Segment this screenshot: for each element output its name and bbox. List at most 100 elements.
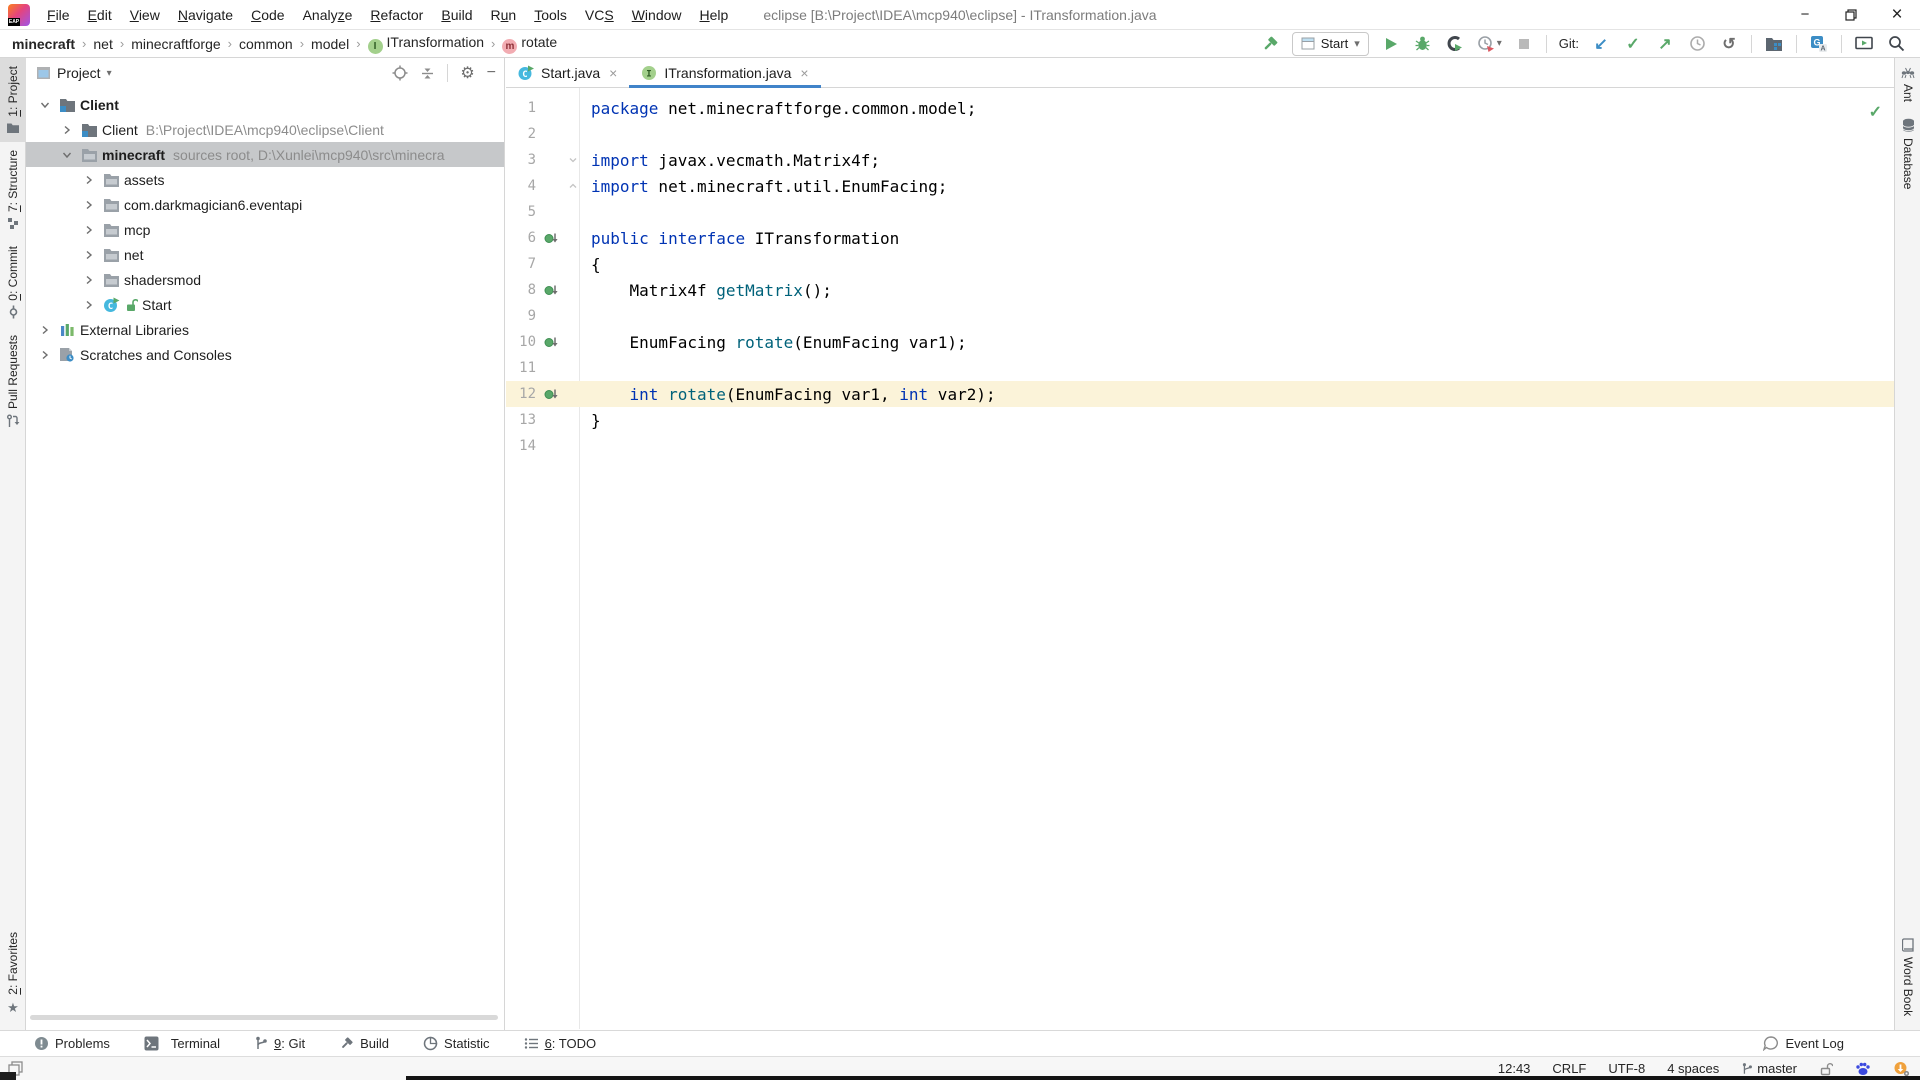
collapse-all-icon[interactable]	[420, 66, 435, 81]
search-everywhere-button[interactable]	[1886, 32, 1906, 56]
close-button[interactable]: ×	[1874, 0, 1920, 29]
minimize-button[interactable]: −	[1782, 0, 1828, 29]
chevron-right-icon[interactable]	[78, 199, 100, 211]
menu-run[interactable]: Run	[482, 0, 526, 30]
toolwindow-button-todo[interactable]: 6: TODO	[524, 1036, 597, 1051]
fold-marker-icon[interactable]	[567, 155, 579, 165]
inspections-ok-icon[interactable]: ✓	[1869, 102, 1882, 122]
translate-button[interactable]: GA	[1809, 32, 1829, 56]
implemented-marker-icon[interactable]	[536, 336, 567, 349]
fold-marker-icon[interactable]	[567, 181, 579, 191]
menu-view[interactable]: View	[121, 0, 169, 30]
toolwindow-button-statistic[interactable]: Statistic	[423, 1036, 490, 1051]
code-line-10[interactable]: 10 EnumFacing rotate(EnumFacing var1);	[506, 329, 1894, 355]
readonly-toggle[interactable]	[1819, 1062, 1833, 1076]
code-line-14[interactable]: 14	[506, 433, 1894, 459]
implemented-marker-icon[interactable]	[536, 388, 567, 401]
toolwindow-button-ant[interactable]: Ant	[1895, 58, 1920, 110]
run-button[interactable]	[1381, 32, 1401, 56]
code-line-9[interactable]: 9	[506, 303, 1894, 329]
toolwindow-button-build[interactable]: Build	[339, 1036, 389, 1051]
tree-row-minecraft[interactable]: minecraftsources root, D:\Xunlei\mcp940\…	[26, 142, 504, 167]
toolwindow-button-project[interactable]: 1: Project	[0, 58, 26, 142]
tree-row-start[interactable]: CStart	[26, 292, 504, 317]
encoding-widget[interactable]: UTF-8	[1608, 1061, 1645, 1076]
chevron-right-icon[interactable]	[56, 124, 78, 136]
implemented-marker-icon[interactable]	[536, 284, 567, 297]
breadcrumb-item-rotate[interactable]: mrotate	[502, 34, 557, 54]
chevron-down-icon[interactable]	[56, 149, 78, 161]
tree-row-client[interactable]: ClientB:\Project\IDEA\mcp940\eclipse\Cli…	[26, 117, 504, 142]
breadcrumb-item-common[interactable]: common	[239, 36, 293, 52]
project-structure-button[interactable]	[1764, 32, 1784, 56]
chevron-right-icon[interactable]	[78, 274, 100, 286]
chevron-down-icon[interactable]: ▾	[107, 68, 112, 79]
stop-button[interactable]	[1514, 32, 1534, 56]
hide-panel-icon[interactable]: −	[487, 64, 496, 82]
horizontal-scrollbar[interactable]	[30, 1015, 498, 1020]
toolwindow-button-problems[interactable]: Problems	[34, 1036, 110, 1051]
toolwindow-button-database[interactable]: Database	[1895, 110, 1920, 197]
breadcrumb-item-net[interactable]: net	[93, 36, 112, 52]
code-line-2[interactable]: 2	[506, 121, 1894, 147]
tree-row-net[interactable]: net	[26, 242, 504, 267]
menu-file[interactable]: File	[38, 0, 79, 30]
baidu-translate-widget[interactable]	[1855, 1061, 1871, 1076]
code-line-3[interactable]: 3import javax.vecmath.Matrix4f;	[506, 147, 1894, 173]
profiler-button[interactable]: ▾	[1477, 32, 1502, 56]
git-branch-widget[interactable]: master	[1741, 1061, 1797, 1076]
code-line-6[interactable]: 6public interface ITransformation	[506, 225, 1894, 251]
code-line-5[interactable]: 5	[506, 199, 1894, 225]
locate-icon[interactable]	[392, 65, 408, 81]
code-line-4[interactable]: 4import net.minecraft.util.EnumFacing;	[506, 173, 1894, 199]
indent-widget[interactable]: 4 spaces	[1667, 1061, 1719, 1076]
chevron-right-icon[interactable]	[34, 324, 56, 336]
tree-row-com-darkmagician6-eventapi[interactable]: com.darkmagician6.eventapi	[26, 192, 504, 217]
menu-edit[interactable]: Edit	[79, 0, 121, 30]
menu-vcs[interactable]: VCS	[576, 0, 623, 30]
implemented-marker-icon[interactable]	[536, 232, 567, 245]
build-project-button[interactable]	[1260, 32, 1280, 56]
presentation-button[interactable]	[1854, 32, 1874, 56]
chevron-right-icon[interactable]	[34, 349, 56, 361]
update-notification-widget[interactable]	[1893, 1061, 1910, 1077]
git-update-button[interactable]: ↙	[1591, 32, 1611, 56]
tree-row-scratches-and-consoles[interactable]: Scratches and Consoles	[26, 342, 504, 367]
chevron-right-icon[interactable]	[78, 299, 100, 311]
git-history-button[interactable]	[1687, 32, 1707, 56]
toolwindow-button-pull-requests[interactable]: Pull Requests	[0, 327, 26, 436]
toolwindow-button-git[interactable]: 9: Git	[254, 1036, 305, 1051]
menu-help[interactable]: Help	[691, 0, 738, 30]
toolwindow-button-favorites[interactable]: 2: Favorites ★	[0, 924, 26, 1024]
close-tab-icon[interactable]: ×	[609, 65, 617, 81]
project-panel-title[interactable]: Project	[57, 65, 101, 81]
code-line-7[interactable]: 7{	[506, 251, 1894, 277]
breadcrumb-item-itransformation[interactable]: IITransformation	[368, 34, 485, 54]
code-editor[interactable]: 1package net.minecraftforge.common.model…	[506, 88, 1894, 1029]
chevron-right-icon[interactable]	[78, 174, 100, 186]
tab-itransformation-java[interactable]: I ITransformation.java ×	[629, 58, 820, 87]
toolwindow-button-structure[interactable]: 7: Structure	[0, 142, 26, 238]
tree-row-shadersmod[interactable]: shadersmod	[26, 267, 504, 292]
chevron-right-icon[interactable]	[78, 224, 100, 236]
breadcrumb-item-minecraft[interactable]: minecraft	[12, 36, 75, 52]
tree-row-mcp[interactable]: mcp	[26, 217, 504, 242]
cursor-position-widget[interactable]: 12:43	[1498, 1061, 1531, 1076]
menu-build[interactable]: Build	[432, 0, 481, 30]
menu-code[interactable]: Code	[242, 0, 293, 30]
tab-start-java[interactable]: C Start.java ×	[506, 58, 629, 87]
tree-row-client[interactable]: Client	[26, 92, 504, 117]
code-line-12[interactable]: 12 int rotate(EnumFacing var1, int var2)…	[506, 381, 1894, 407]
toolwindow-button-word-book[interactable]: Word Book	[1895, 930, 1920, 1024]
breadcrumb-item-model[interactable]: model	[311, 36, 349, 52]
event-log-button[interactable]: Event Log	[1763, 1036, 1844, 1051]
git-push-button[interactable]: ↗	[1655, 32, 1675, 56]
tree-row-assets[interactable]: assets	[26, 167, 504, 192]
restore-button[interactable]	[1828, 0, 1874, 29]
gear-icon[interactable]: ⚙	[460, 63, 474, 83]
menu-tools[interactable]: Tools	[525, 0, 576, 30]
toolwindow-button-terminal[interactable]: 9 Terminal	[144, 1036, 220, 1051]
tree-row-external-libraries[interactable]: External Libraries	[26, 317, 504, 342]
run-configuration-select[interactable]: Start ▾	[1292, 32, 1369, 56]
chevron-right-icon[interactable]	[78, 249, 100, 261]
